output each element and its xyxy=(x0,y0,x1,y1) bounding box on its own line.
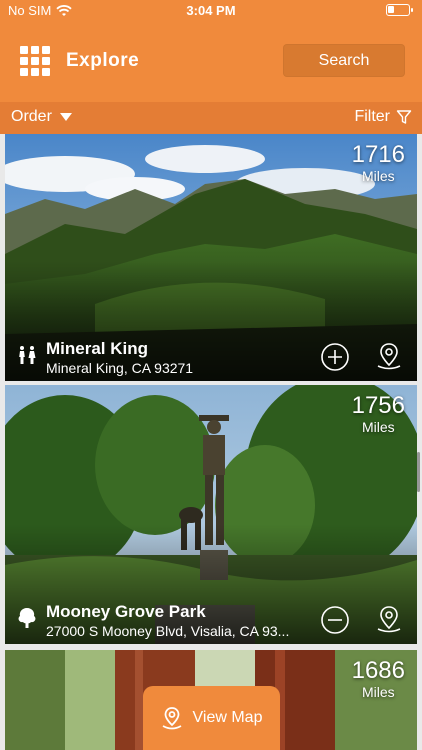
sort-filter-bar: Order Filter xyxy=(0,102,422,134)
status-time: 3:04 PM xyxy=(186,3,236,18)
app-header: No SIM 3:04 PM Explore Search xyxy=(0,0,422,102)
distance-badge: 1716 Miles xyxy=(351,141,405,185)
location-pin-icon[interactable] xyxy=(374,604,404,634)
caret-down-icon xyxy=(59,113,72,121)
filter-label: Filter xyxy=(354,108,390,125)
distance-unit: Miles xyxy=(361,419,395,435)
distance-value: 1716 xyxy=(351,141,405,168)
filter-button[interactable]: Filter xyxy=(354,108,412,126)
location-pin-icon[interactable] xyxy=(374,341,404,371)
place-name: Mooney Grove Park xyxy=(46,602,206,621)
add-icon[interactable] xyxy=(320,342,350,372)
distance-value: 1756 xyxy=(351,392,405,419)
place-card[interactable]: 1716 Miles Mineral King Mineral King, CA… xyxy=(5,134,417,381)
view-map-button[interactable]: View Map xyxy=(143,686,280,750)
distance-value: 1686 xyxy=(351,657,405,684)
order-label: Order xyxy=(11,108,52,125)
family-icon xyxy=(19,346,36,364)
places-list[interactable]: 1716 Miles Mineral King Mineral King, CA… xyxy=(0,134,422,750)
search-button[interactable]: Search xyxy=(283,44,405,77)
distance-badge: 1686 Miles xyxy=(351,657,405,701)
place-name: Mineral King xyxy=(46,339,149,358)
order-dropdown[interactable]: Order xyxy=(11,108,72,126)
location-pin-icon xyxy=(162,707,181,730)
battery-icon xyxy=(386,4,413,16)
place-card[interactable]: 1756 Miles Mooney Grove Park 27000 S Moo… xyxy=(5,385,417,644)
scrollbar-thumb[interactable] xyxy=(417,452,420,492)
tree-icon xyxy=(18,608,36,628)
distance-unit: Miles xyxy=(361,168,395,184)
remove-icon[interactable] xyxy=(320,605,350,635)
page-title: Explore xyxy=(66,50,140,71)
distance-unit: Miles xyxy=(361,684,395,700)
filter-icon xyxy=(396,110,412,124)
battery-level xyxy=(388,6,394,13)
place-address: Mineral King, CA 93271 xyxy=(46,360,194,376)
view-map-label: View Map xyxy=(192,709,263,726)
status-bar: No SIM 3:04 PM xyxy=(0,0,422,22)
place-address: 27000 S Mooney Blvd, Visalia, CA 93... xyxy=(46,623,290,639)
grid-menu-icon[interactable] xyxy=(20,46,50,76)
distance-badge: 1756 Miles xyxy=(351,392,405,436)
